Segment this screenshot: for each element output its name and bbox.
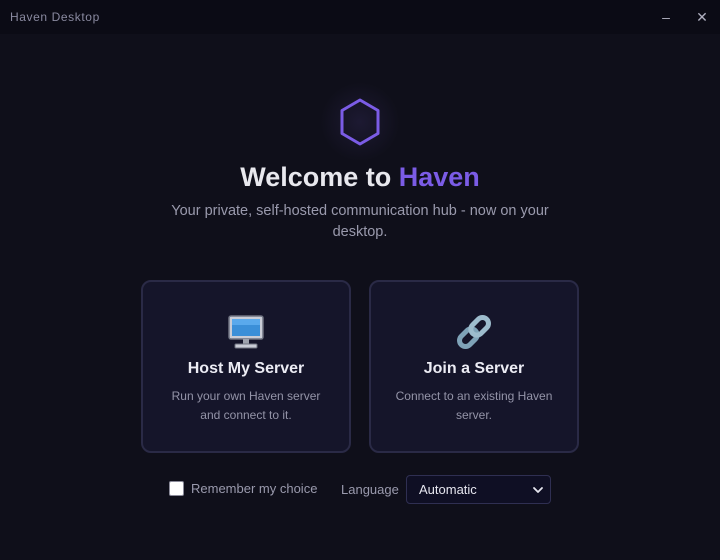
- app-title: Haven Desktop: [10, 10, 100, 24]
- language-select-value: Automatic: [419, 482, 477, 497]
- host-server-card[interactable]: Host My Server Run your own Haven server…: [141, 280, 351, 453]
- haven-logo: [320, 82, 400, 162]
- remember-choice-label: Remember my choice: [191, 481, 318, 496]
- hexagon-logo-icon: [340, 98, 380, 146]
- page-title-prefix: Welcome to: [240, 162, 399, 192]
- host-server-title: Host My Server: [187, 360, 305, 377]
- minimize-button[interactable]: –: [648, 0, 684, 34]
- remember-choice[interactable]: Remember my choice: [169, 481, 317, 496]
- close-icon: ✕: [696, 8, 708, 25]
- language-select[interactable]: Automatic: [406, 475, 551, 504]
- join-server-title: Join a Server: [423, 360, 525, 377]
- page-title: Welcome to Haven: [0, 162, 720, 193]
- chevron-down-icon: [533, 486, 543, 493]
- host-server-description: Run your own Haven server and connect to…: [171, 389, 321, 422]
- join-server-description: Connect to an existing Haven server.: [395, 389, 553, 422]
- close-button[interactable]: ✕: [684, 0, 720, 34]
- window-controls: – ✕: [648, 0, 720, 34]
- title-bar: Haven Desktop – ✕: [0, 0, 720, 34]
- join-server-card[interactable]: Join a Server Connect to an existing Hav…: [369, 280, 579, 453]
- minimize-icon: –: [662, 9, 670, 25]
- desktop-computer-icon: [143, 312, 349, 352]
- link-icon: [371, 312, 577, 352]
- page-title-brand: Haven: [398, 162, 480, 192]
- remember-choice-checkbox[interactable]: [169, 481, 184, 496]
- language-label: Language: [341, 482, 399, 497]
- page-subtitle: Your private, self-hosted communication …: [171, 203, 549, 240]
